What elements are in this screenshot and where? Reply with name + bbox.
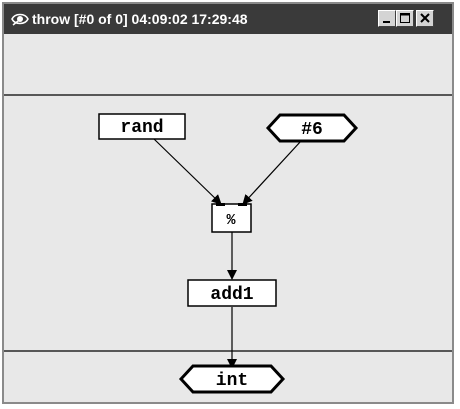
node-modulo-label: % — [226, 212, 236, 229]
title-bar[interactable]: throw [#0 of 0] 04:09:02 17:29:48 — [4, 4, 452, 34]
node-add1-label: add1 — [210, 285, 253, 305]
node-rand[interactable]: rand — [98, 113, 186, 140]
minimize-button[interactable] — [378, 10, 396, 27]
close-icon — [420, 13, 430, 23]
minimize-icon — [383, 21, 390, 23]
node-int-label: int — [216, 371, 248, 391]
node-rand-label: rand — [120, 118, 163, 138]
node-const-6[interactable]: #6 — [265, 113, 359, 143]
edge-rand-to-mod — [153, 138, 222, 205]
node-add1[interactable]: add1 — [187, 279, 277, 307]
maximize-button[interactable] — [396, 10, 414, 27]
app-eye-icon — [11, 13, 29, 26]
node-int[interactable]: int — [178, 364, 286, 394]
node-modulo[interactable]: % — [211, 203, 252, 233]
maximize-icon — [400, 13, 410, 23]
graph-canvas[interactable]: rand #6 % add1 int — [4, 34, 452, 402]
dataflow-graph: rand #6 % add1 int — [4, 94, 452, 394]
app-window: throw [#0 of 0] 04:09:02 17:29:48 rand #… — [2, 2, 454, 404]
close-button[interactable] — [416, 10, 434, 27]
node-const-label: #6 — [301, 120, 323, 140]
window-title: throw [#0 of 0] 04:09:02 17:29:48 — [32, 11, 248, 27]
edge-const-to-mod — [242, 140, 302, 205]
